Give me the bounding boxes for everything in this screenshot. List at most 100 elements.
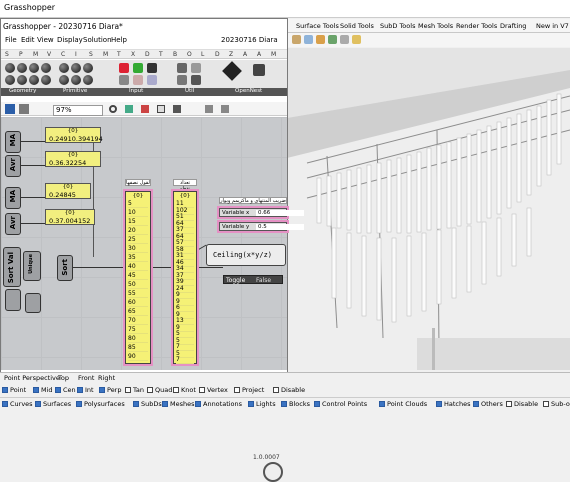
filter-checkbox[interactable]: Control Points (314, 400, 367, 408)
preview-icon[interactable] (109, 105, 117, 113)
snap-checkbox[interactable]: Quad (147, 386, 172, 394)
tab-solid-tools[interactable]: Solid Tools (340, 22, 374, 30)
component-icon[interactable] (59, 63, 69, 73)
component-icon[interactable] (41, 75, 51, 85)
component-icon[interactable] (59, 75, 69, 85)
input-param-icon[interactable] (133, 75, 143, 85)
util-icon[interactable] (177, 75, 187, 85)
gh-tab[interactable]: V (47, 51, 51, 58)
util-icon[interactable] (191, 75, 201, 85)
tool-icon[interactable] (304, 35, 313, 44)
filter-checkbox[interactable]: Annotations (195, 400, 242, 408)
component-icon[interactable] (17, 75, 27, 85)
filter-checkbox[interactable]: Blocks (281, 400, 310, 408)
avr-node[interactable]: Avr (5, 155, 21, 177)
tab-viewport-top[interactable]: Top (58, 374, 69, 382)
input-param-icon[interactable] (147, 75, 157, 85)
filter-checkbox[interactable]: Polysurfaces (76, 400, 125, 408)
tool-icon[interactable] (340, 35, 349, 44)
avr-node[interactable]: Avr (5, 213, 21, 235)
filter-checkbox[interactable]: Others (473, 400, 503, 408)
gh-tab[interactable]: M (271, 51, 276, 58)
list2-panel[interactable]: {0} 11 102 51 64 37 64 57 58 31 46 34 37 39 24 9 9 6 9 13 9 5… (173, 191, 197, 364)
menu-edit[interactable]: Edit (21, 36, 35, 44)
filter-checkbox[interactable]: Curves (2, 400, 33, 408)
tab-viewport-perspective[interactable]: Point Perspective (4, 374, 60, 382)
gh-tab[interactable]: C (61, 51, 65, 58)
tab-drafting[interactable]: Drafting (500, 22, 526, 30)
component-icon[interactable] (71, 75, 81, 85)
snap-checkbox[interactable]: Int (77, 386, 94, 394)
component-node[interactable] (25, 293, 41, 313)
filter-checkbox[interactable]: Surfaces (35, 400, 71, 408)
display-icon[interactable] (141, 105, 149, 113)
input-panel-icon[interactable] (147, 63, 157, 73)
toggle-node[interactable]: Toggle False (223, 275, 283, 284)
tab-viewport-front[interactable]: Front (78, 374, 94, 382)
gh-tab[interactable]: D (145, 51, 150, 58)
display-icon[interactable] (125, 105, 133, 113)
component-icon[interactable] (41, 63, 51, 73)
gh-tab[interactable]: X (131, 51, 135, 58)
gh-tab[interactable]: T (159, 51, 163, 58)
snap-checkbox[interactable]: Knot (173, 386, 196, 394)
snap-checkbox[interactable]: Cen (55, 386, 76, 394)
value-panel[interactable]: {0} 0.37.004152 (45, 209, 95, 225)
sort-val-node[interactable]: Sort Val (3, 247, 21, 287)
gh-tab[interactable]: P (19, 51, 23, 58)
filter-checkbox[interactable]: Meshes (162, 400, 195, 408)
gh-tab[interactable]: I (75, 51, 77, 58)
filter-checkbox[interactable]: Point Clouds (379, 400, 427, 408)
util-icon[interactable] (177, 63, 187, 73)
opennest-icon[interactable] (253, 64, 265, 76)
snap-checkbox[interactable]: Perp (99, 386, 122, 394)
display-icon[interactable] (205, 105, 213, 113)
gh-tab[interactable]: M (103, 51, 108, 58)
save-icon[interactable] (5, 104, 15, 114)
tool-icon[interactable] (328, 35, 337, 44)
tool-icon[interactable] (316, 35, 325, 44)
component-icon[interactable] (17, 63, 27, 73)
component-icon[interactable] (29, 63, 39, 73)
tab-subd-tools[interactable]: SubD Tools (380, 22, 415, 30)
component-node[interactable] (5, 289, 21, 311)
ma-node[interactable]: MA (5, 187, 21, 209)
component-icon[interactable] (5, 63, 15, 73)
filter-checkbox[interactable]: Lights (248, 400, 276, 408)
value-panel[interactable]: {0} 0.36.32254 (45, 151, 101, 167)
ma-node[interactable]: MA (5, 131, 21, 153)
gh-tab[interactable]: T (117, 51, 121, 58)
tab-render-tools[interactable]: Render Tools (456, 22, 497, 30)
display-icon[interactable] (221, 105, 229, 113)
menu-display[interactable]: Display (57, 36, 83, 44)
gh-tab[interactable]: O (187, 51, 192, 58)
menu-help[interactable]: Help (111, 36, 127, 44)
component-icon[interactable] (83, 63, 93, 73)
open-icon[interactable] (19, 104, 29, 114)
gh-tab[interactable]: S (5, 51, 9, 58)
input-toggle-icon[interactable] (133, 63, 143, 73)
opennest-icon[interactable] (222, 61, 242, 81)
gh-tab[interactable]: A (257, 51, 261, 58)
tab-new-in-v7[interactable]: New in V7 (536, 22, 569, 30)
value-panel[interactable]: {0} 0.24910.394194 (45, 127, 103, 143)
gh-tab[interactable]: A (243, 51, 247, 58)
gh-tab[interactable]: Z (229, 51, 233, 58)
unique-node[interactable]: Unique (23, 251, 41, 281)
input-param-icon[interactable] (119, 75, 129, 85)
slider-variable-y[interactable]: Variable y 0.5 (219, 222, 304, 231)
gh-tab[interactable]: B (173, 51, 177, 58)
value-panel[interactable]: {0} 0.24845 (45, 183, 91, 199)
expression-node[interactable]: Ceiling(x*y/z) (206, 244, 286, 266)
filter-checkbox[interactable]: Sub-objects (543, 400, 570, 408)
snap-checkbox[interactable]: Point (2, 386, 26, 394)
tool-icon[interactable] (292, 35, 301, 44)
snap-checkbox[interactable]: Project (234, 386, 264, 394)
snap-checkbox[interactable]: Mid (33, 386, 53, 394)
component-icon[interactable] (5, 75, 15, 85)
display-icon[interactable] (157, 105, 165, 113)
zoom-level-field[interactable]: 97% (53, 105, 103, 116)
component-icon[interactable] (71, 63, 81, 73)
gh-tab[interactable]: M (33, 51, 38, 58)
filter-checkbox[interactable]: Disable (506, 400, 538, 408)
